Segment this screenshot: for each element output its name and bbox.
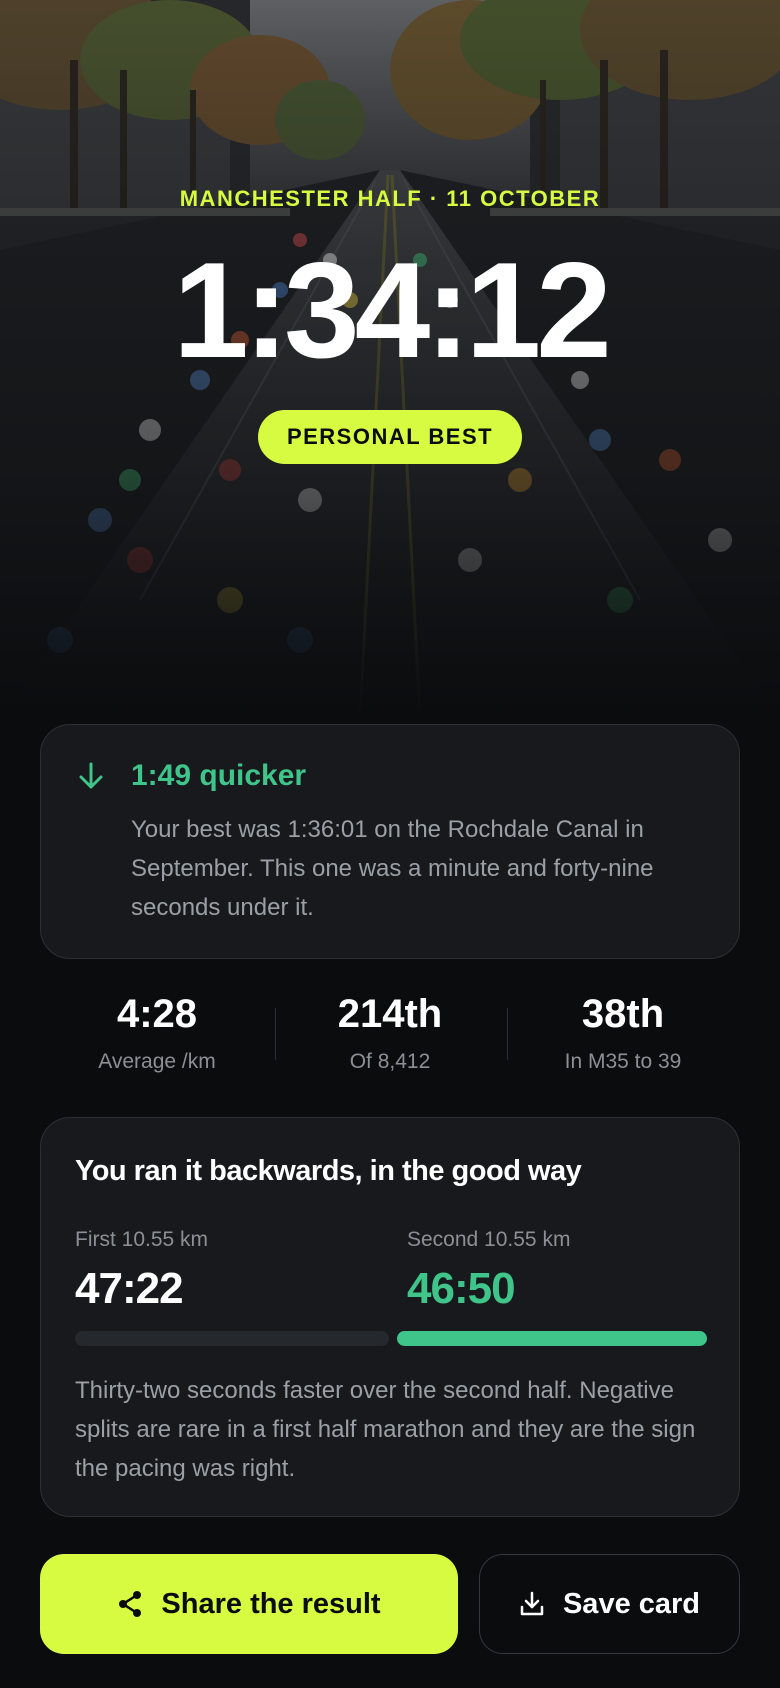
stat-value: 214th (337, 992, 443, 1036)
first-half-split: First 10.55 km 47:22 (75, 1228, 208, 1316)
hero-section: MANCHESTER HALF · 11 OCTOBER 1:34:12 PER… (0, 0, 780, 720)
split-label: First 10.55 km (75, 1228, 209, 1251)
personal-best-badge: PERSONAL BEST (258, 410, 522, 464)
pb-comparison-card: 1:49 quicker Your best was 1:36:01 on th… (40, 724, 740, 959)
stat-label: Average /km (98, 1050, 216, 1073)
splits-title: You ran it backwards, in the good way (75, 1155, 582, 1187)
stats-row: 4:28 Average /km 214th Of 8,412 38th In … (40, 990, 740, 1090)
pb-comparison-text: Your best was 1:36:01 on the Rochdale Ca… (131, 816, 654, 921)
splits-note: Thirty-two seconds faster over the secon… (75, 1377, 696, 1482)
stat-label: Of 8,412 (349, 1050, 431, 1073)
save-card-button[interactable]: Save card (479, 1554, 740, 1654)
stat-value: 4:28 (116, 992, 198, 1036)
split-time: 47:22 (75, 1264, 184, 1313)
second-half-split: Second 10.55 km 46:50 (407, 1228, 570, 1316)
pb-margin-headline: 1:49 quicker (131, 759, 307, 792)
finish-time: 1:34:12 (173, 234, 612, 386)
race-meta: MANCHESTER HALF · 11 OCTOBER (179, 186, 601, 211)
split-time: 46:50 (407, 1264, 516, 1313)
save-button-label: Save card (562, 1587, 701, 1620)
stat-average-pace: 4:28 Average /km (40, 990, 274, 1074)
arrow-down-icon (79, 762, 103, 789)
share-icon (119, 1591, 142, 1617)
share-result-button[interactable]: Share the result (40, 1554, 458, 1654)
stat-value: 38th (581, 992, 665, 1036)
stat-category-position: 38th In M35 to 39 (506, 990, 740, 1074)
second-half-bar (397, 1331, 707, 1346)
share-button-label: Share the result (161, 1587, 381, 1620)
stat-overall-position: 214th Of 8,412 (273, 990, 507, 1074)
download-icon (520, 1591, 544, 1616)
splits-card: You ran it backwards, in the good way Fi… (40, 1117, 740, 1517)
first-half-bar (75, 1331, 389, 1346)
split-label: Second 10.55 km (407, 1228, 571, 1251)
stat-label: In M35 to 39 (564, 1050, 682, 1073)
